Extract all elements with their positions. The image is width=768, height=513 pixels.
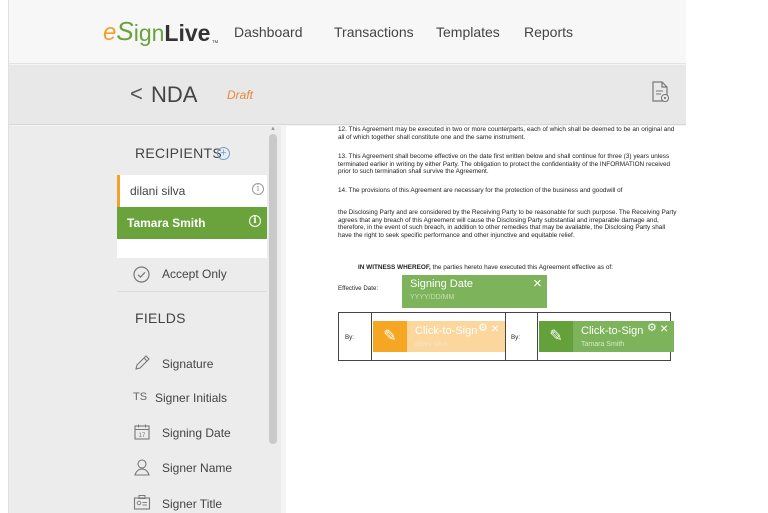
field-signer-name[interactable]: Signer Name — [117, 456, 267, 482]
recipient-item-selected[interactable]: Tamara Smith i — [117, 207, 267, 239]
sidebar-panel: RECIPIENTS + dilani silva i Tamara Smith… — [117, 126, 267, 513]
scroll-up-icon[interactable]: ▲ — [270, 126, 276, 132]
status-badge: Draft — [227, 88, 254, 102]
signer-name-label: dilani silva — [415, 341, 448, 348]
page-title: NDA — [151, 82, 198, 107]
title-card-icon — [133, 495, 151, 510]
close-icon[interactable]: × — [660, 321, 668, 334]
initials-icon: TS — [133, 391, 148, 403]
field-label: Signing Date — [162, 426, 231, 440]
esignlive-logo[interactable]: e Sign Live ™ — [103, 16, 218, 47]
signing-date-field[interactable]: Signing Date YYYY/DD/MM × — [402, 275, 547, 308]
signing-date-placeholder: YYYY/DD/MM — [410, 294, 455, 301]
pen-icon — [135, 355, 150, 370]
nav-templates[interactable]: Templates — [436, 24, 500, 40]
witness-statement: IN WITNESS WHEREOF, the parties hereto h… — [358, 264, 613, 271]
signature-field-dilani[interactable]: ✎ Click-to-Sign dilani silva ⚙ × — [373, 321, 505, 352]
nav-reports[interactable]: Reports — [524, 24, 573, 40]
back-button[interactable]: < — [130, 81, 143, 107]
top-nav: e Sign Live ™ Dashboard Transactions Templa… — [9, 0, 686, 64]
clause-13: 13. This Agreement shall become effectiv… — [338, 153, 671, 176]
pen-icon: ✎ — [373, 321, 407, 352]
field-label: Signature — [162, 357, 214, 371]
accept-only-option[interactable]: Accept Only — [117, 259, 267, 292]
accept-only-label: Accept Only — [162, 267, 227, 281]
signature-field-tamara[interactable]: ✎ Click-to-Sign Tamara Smith ⚙ × — [539, 321, 674, 352]
field-signer-initials[interactable]: TS Signer Initials — [117, 386, 267, 412]
app-window: e Sign Live ™ Dashboard Transactions Templa… — [8, 0, 686, 513]
table-divider — [537, 313, 538, 360]
clause-14: 14. The provisions of this Agreement are… — [338, 187, 623, 194]
checkmark-circle-icon — [133, 266, 150, 283]
gear-icon[interactable]: ⚙ — [478, 323, 488, 333]
gear-icon[interactable]: ⚙ — [647, 323, 657, 333]
add-recipient-icon[interactable]: + — [217, 147, 230, 160]
field-label: Signer Initials — [155, 391, 228, 405]
field-label: Signer Title — [162, 497, 223, 511]
close-icon[interactable]: × — [533, 276, 542, 291]
info-icon[interactable]: i — [252, 183, 264, 195]
nav-dashboard[interactable]: Dashboard — [234, 24, 303, 40]
document-viewer: 12. This Agreement may be executed in tw… — [286, 126, 686, 513]
effective-date-label: Effective Date: — [338, 285, 379, 292]
clause-14-continued: the Disclosing Party and are considered … — [338, 209, 677, 239]
person-icon — [134, 459, 150, 476]
recipient-list-footer — [117, 239, 267, 258]
signing-date-title: Signing Date — [410, 278, 473, 290]
table-divider — [505, 313, 506, 360]
sidebar: RECIPIENTS + dilani silva i Tamara Smith… — [9, 126, 281, 513]
click-to-sign-label: Click-to-Sign — [415, 325, 478, 337]
recipient-name: dilani silva — [130, 184, 186, 198]
by-label: By: — [511, 334, 520, 341]
recipient-item[interactable]: dilani silva i — [117, 175, 267, 207]
document-settings-icon[interactable] — [650, 81, 670, 103]
svg-text:17: 17 — [139, 433, 146, 439]
clause-12: 12. This Agreement may be executed in tw… — [338, 126, 675, 141]
field-signing-date[interactable]: 17 Signing Date — [117, 421, 267, 447]
signature-table: By: By: ✎ Click-to-Sign dilani silva ⚙ ×… — [338, 312, 674, 361]
fields-title: FIELDS — [135, 310, 186, 326]
nav-transactions[interactable]: Transactions — [334, 24, 414, 40]
recipients-title: RECIPIENTS — [135, 145, 223, 161]
close-icon[interactable]: × — [491, 321, 499, 334]
click-to-sign-label: Click-to-Sign — [581, 325, 644, 337]
sidebar-scrollbar[interactable]: ▲ — [269, 126, 277, 513]
info-icon[interactable]: i — [249, 215, 261, 227]
field-signer-title[interactable]: Signer Title — [117, 492, 267, 513]
field-signature[interactable]: Signature — [117, 352, 267, 378]
recipient-name: Tamara Smith — [127, 216, 206, 230]
table-divider — [371, 313, 372, 360]
signer-name-label: Tamara Smith — [581, 341, 625, 348]
field-label: Signer Name — [162, 461, 233, 475]
document-header: < NDA Draft — [9, 65, 686, 125]
scroll-thumb[interactable] — [269, 134, 277, 444]
by-label: By: — [345, 334, 354, 341]
calendar-icon: 17 — [134, 424, 150, 440]
pen-icon: ✎ — [539, 321, 573, 352]
